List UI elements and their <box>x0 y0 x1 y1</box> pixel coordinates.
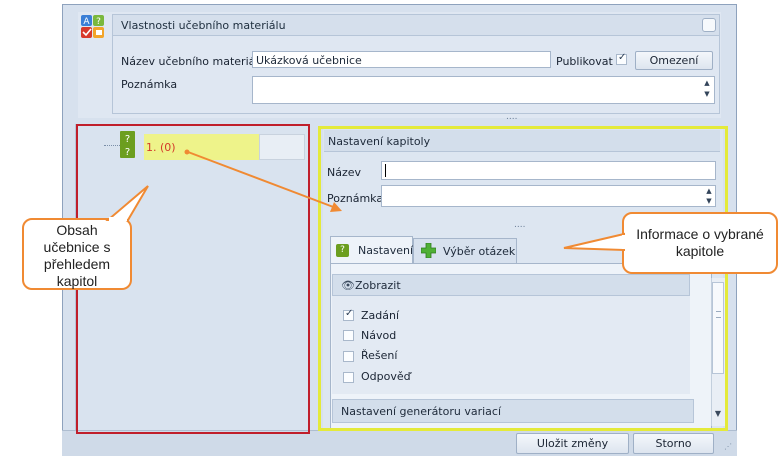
arrow-line <box>187 151 337 209</box>
arrow-tail <box>184 149 190 155</box>
left-callout-text: Obsah učebnice s přehledem kapitol <box>43 222 111 289</box>
right-callout-text: Informace o vybrané kapitole <box>636 226 764 259</box>
left-callout-pointer <box>105 185 149 221</box>
right-callout-tail <box>563 232 625 252</box>
right-callout: Informace o vybrané kapitole <box>622 212 778 274</box>
right-callout-pointer <box>563 232 626 252</box>
left-callout: Obsah učebnice s přehledem kapitol <box>22 218 132 290</box>
left-callout-tail <box>105 185 149 221</box>
